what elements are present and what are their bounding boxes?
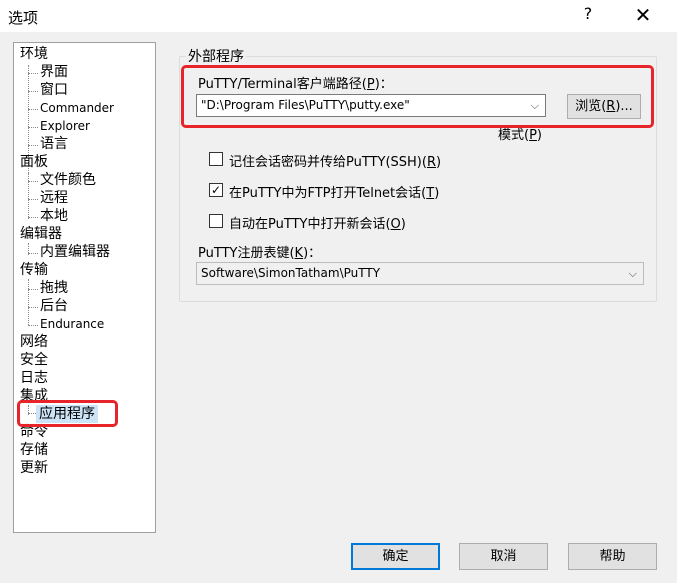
window-title: 选项 xyxy=(8,9,39,27)
telnet-session-label[interactable]: 在PuTTY中为FTP打开Telnet会话(T) xyxy=(229,182,439,201)
tree-item[interactable]: Commander xyxy=(40,99,114,117)
chevron-down-icon[interactable]: ⌵ xyxy=(531,95,539,116)
registry-key-value: Software\SimonTatham\PuTTY xyxy=(201,266,381,280)
tree-item[interactable]: 环境 xyxy=(20,45,48,63)
tree-item[interactable]: 更新 xyxy=(20,459,48,477)
tree-item[interactable]: 本地 xyxy=(40,207,68,225)
putty-path-combobox[interactable]: "D:\Program Files\PuTTY\putty.exe" ⌵ xyxy=(196,94,546,117)
tree-item[interactable]: 界面 xyxy=(40,63,68,81)
tree-item[interactable]: 文件颜色 xyxy=(40,171,96,189)
tree-item[interactable]: 日志 xyxy=(20,369,48,387)
group-title: 外部程序 xyxy=(186,46,246,66)
tree-item[interactable]: 语言 xyxy=(40,135,68,153)
auto-open-session-label[interactable]: 自动在PuTTY中打开新会话(O) xyxy=(229,213,406,232)
tree-item[interactable]: 远程 xyxy=(40,189,68,207)
tree-item[interactable]: 内置编辑器 xyxy=(40,243,110,261)
remember-password-checkbox[interactable] xyxy=(209,152,223,166)
telnet-session-checkbox[interactable]: ✓ xyxy=(209,183,223,197)
tree-item[interactable]: 集成 xyxy=(20,387,48,405)
tree-item[interactable]: 网络 xyxy=(20,333,48,351)
cancel-button[interactable]: 取消 xyxy=(459,543,548,570)
close-icon[interactable]: ✕ xyxy=(628,2,658,28)
tree-item[interactable]: 安全 xyxy=(20,351,48,369)
help-button[interactable]: 帮助 xyxy=(568,543,657,570)
checkmark-icon: ✓ xyxy=(210,183,222,197)
help-icon[interactable]: ? xyxy=(578,4,598,26)
chevron-down-icon[interactable]: ⌵ xyxy=(629,263,637,284)
browse-button[interactable]: 浏览(R)... xyxy=(567,94,641,119)
ok-button[interactable]: 确定 xyxy=(351,543,440,570)
putty-path-value: "D:\Program Files\PuTTY\putty.exe" xyxy=(201,98,410,112)
tree-item[interactable]: 命令 xyxy=(20,423,48,441)
tree-item[interactable]: 传输 xyxy=(20,261,48,279)
auto-open-session-checkbox[interactable] xyxy=(209,214,223,228)
tree-item[interactable]: 窗口 xyxy=(40,81,68,99)
tree-item[interactable]: 应用程序 xyxy=(36,405,98,423)
tree-item[interactable]: Endurance xyxy=(40,315,104,333)
registry-key-label: PuTTY注册表键(K)： xyxy=(198,246,322,261)
tree-item[interactable]: 面板 xyxy=(20,153,48,171)
remember-password-label[interactable]: 记住会话密码并传给PuTTY(SSH)(R) xyxy=(229,151,441,170)
registry-key-combobox[interactable]: Software\SimonTatham\PuTTY ⌵ xyxy=(196,262,644,285)
tree-item[interactable]: 后台 xyxy=(40,297,68,315)
putty-path-label: PuTTY/Terminal客户端路径(P)： xyxy=(198,77,393,92)
options-tree[interactable]: 环境 界面 窗口 Commander Explorer 语言 面板 文件颜色 远程 本地 编辑器 内置… xyxy=(13,42,156,533)
tree-item[interactable]: 编辑器 xyxy=(20,225,62,243)
tree-item[interactable]: 存储 xyxy=(20,441,48,459)
title-bar: 选项 ? ✕ xyxy=(0,0,677,32)
tree-item[interactable]: 拖拽 xyxy=(40,279,68,297)
tree-item[interactable]: Explorer xyxy=(40,117,90,135)
patterns-button[interactable]: 模式(P) xyxy=(498,124,542,143)
